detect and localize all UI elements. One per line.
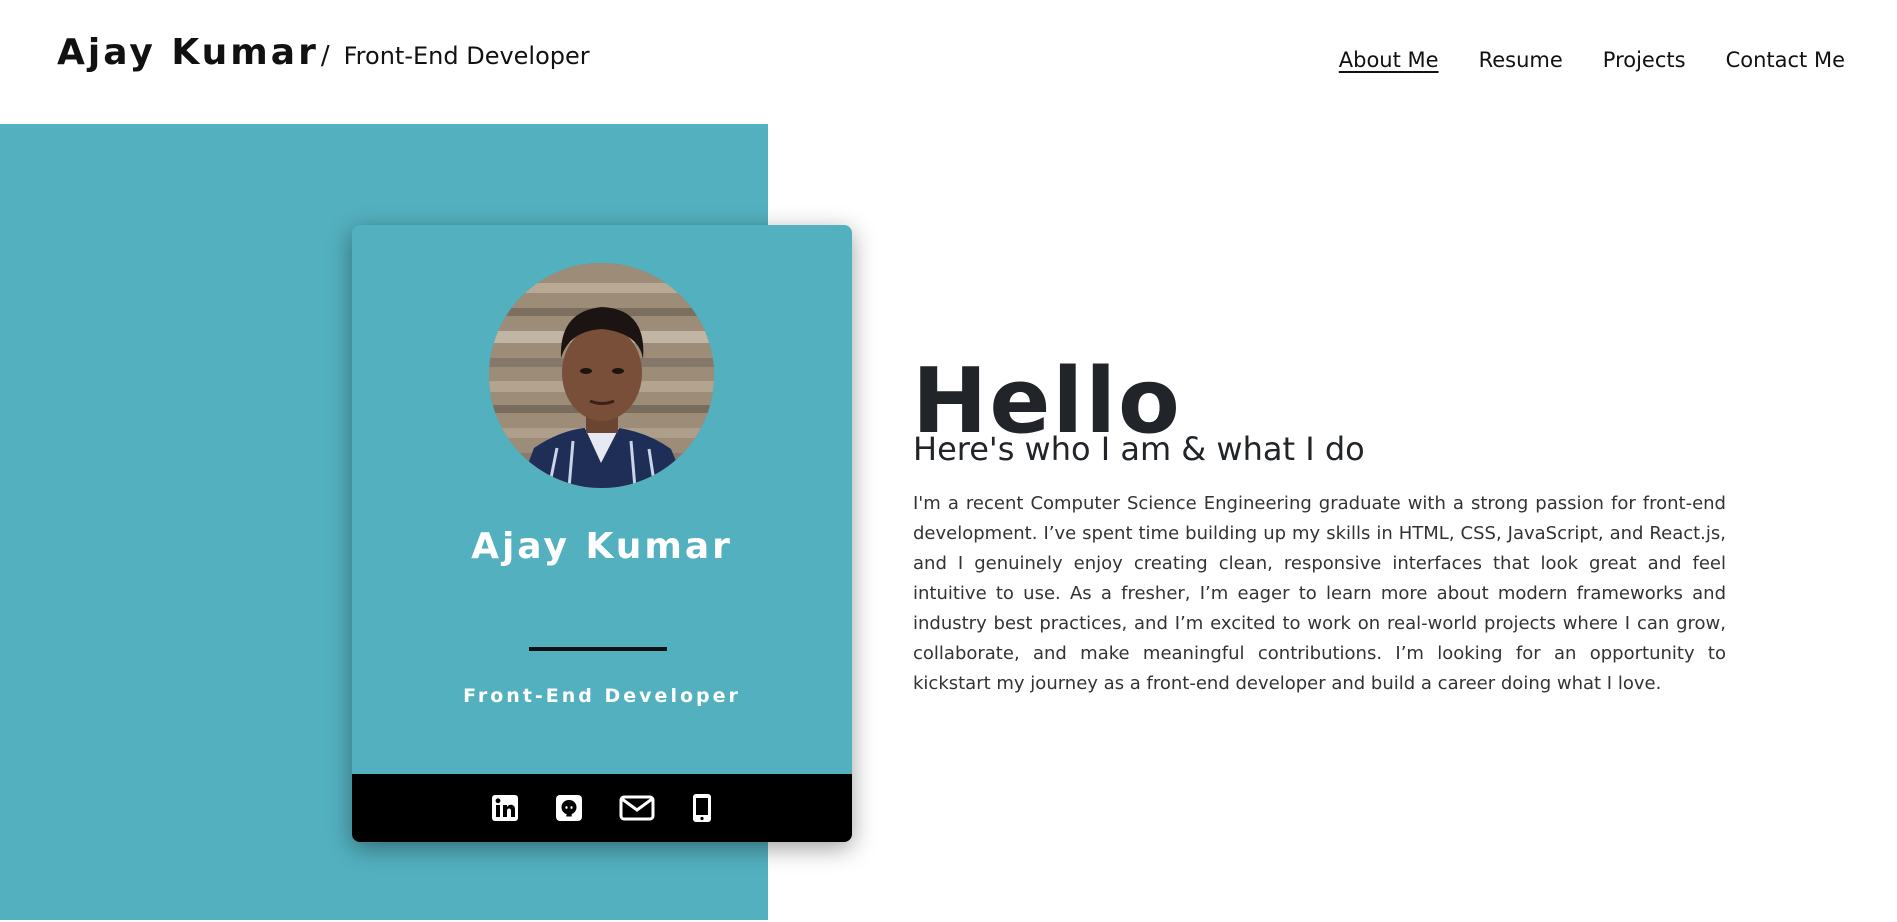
nav-about-me[interactable]: About Me <box>1339 48 1439 72</box>
intro-tagline: Here's who I am & what I do <box>913 429 1365 468</box>
github-icon[interactable] <box>555 794 583 822</box>
linkedin-icon[interactable] <box>491 794 519 822</box>
card-divider <box>529 647 667 651</box>
nav-contact-me[interactable]: Contact Me <box>1726 48 1845 72</box>
social-links-bar <box>352 774 852 842</box>
card-role: Front-End Developer <box>463 685 741 707</box>
bio-paragraph: I'm a recent Computer Science Engineerin… <box>913 493 1726 694</box>
brand-name: Ajay Kumar <box>57 32 319 73</box>
brand-subtitle: Front-End Developer <box>343 42 590 70</box>
nav-projects[interactable]: Projects <box>1603 48 1686 72</box>
brand-separator: / <box>320 41 330 71</box>
card-name: Ajay Kumar <box>471 526 733 567</box>
nav-resume[interactable]: Resume <box>1479 48 1563 72</box>
phone-icon[interactable] <box>691 793 713 823</box>
avatar <box>489 263 714 488</box>
mail-icon[interactable] <box>619 794 655 822</box>
site-header: Ajay Kumar / Front-End Developer About M… <box>0 0 1897 124</box>
profile-card: Ajay Kumar Front-End Developer <box>352 225 852 842</box>
main-nav: About Me Resume Projects Contact Me <box>1339 48 1845 72</box>
brand[interactable]: Ajay Kumar / Front-End Developer <box>57 32 590 73</box>
